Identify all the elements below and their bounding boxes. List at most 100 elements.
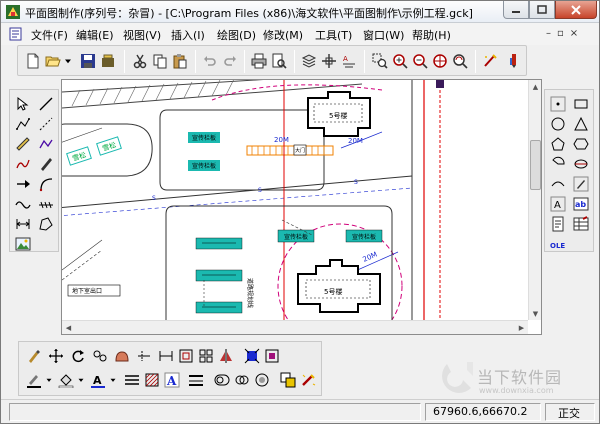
grid-button[interactable] [196,346,216,366]
ellipse-tool-button[interactable] [571,154,591,173]
circle-tool-button[interactable] [548,114,568,133]
line-color-dropdown[interactable] [44,370,54,390]
group-button[interactable] [112,346,132,366]
paste-button[interactable] [170,51,190,71]
horizontal-scrollbar[interactable]: ◀ ▶ [62,320,528,334]
scroll-up-arrow-icon[interactable]: ▲ [529,80,541,93]
rotate-button[interactable] [68,346,88,366]
arc-tool-button[interactable] [36,174,56,193]
new-button[interactable] [23,51,43,71]
open-button[interactable] [43,51,63,71]
text-tool-button[interactable]: ab [571,194,591,213]
menu-view[interactable]: 视图(V) [123,27,161,43]
mdi-minimize-button[interactable]: – [546,28,551,39]
undo-button[interactable] [200,51,220,71]
bring-front-button[interactable] [278,370,298,390]
menu-insert[interactable]: 插入(I) [171,27,205,43]
triangle-tool-button[interactable] [571,114,591,133]
ortho-mode-indicator[interactable]: 正交 [558,405,580,421]
ole-object-button[interactable]: OLE [548,234,568,253]
mdi-close-button[interactable]: × [570,28,578,39]
pen-tool-button[interactable] [504,51,524,71]
scroll-left-arrow-icon[interactable]: ◀ [62,321,75,334]
double-circle-button[interactable] [232,370,252,390]
edit-pen-tool-button[interactable] [571,174,591,193]
node-edit-button[interactable] [262,346,282,366]
menu-window[interactable]: 窗口(W) [363,27,404,43]
freehand-tool-button[interactable] [13,154,33,173]
zoom-extent-button[interactable] [450,51,470,71]
arc-shape-tool-button[interactable] [548,174,568,193]
text-style-button[interactable]: A [339,51,359,71]
document-tool-button[interactable] [548,214,568,233]
menu-file[interactable]: 文件(F) [31,27,68,43]
zoom-window-button[interactable] [370,51,390,71]
fill-bucket-dropdown[interactable] [76,370,86,390]
site-plan-drawing[interactable]: 雪松 雪松 宣传栏板 宣传栏板 大门 S S S 5号楼 20M 20M 20M… [62,80,528,320]
image-tool-button[interactable] [13,234,33,253]
align-button[interactable] [216,346,236,366]
arrow-tool-button[interactable] [13,174,33,193]
line-color-button[interactable] [24,370,44,390]
ruler-tool-button[interactable] [13,134,33,153]
open-dropdown-button[interactable] [62,51,74,71]
fill-bucket-button[interactable] [56,370,76,390]
line-weight-button[interactable] [186,370,206,390]
save-button[interactable] [78,51,98,71]
crosshair-button[interactable] [430,51,450,71]
scroll-right-arrow-icon[interactable]: ▶ [515,321,528,334]
hatch-button[interactable] [142,370,162,390]
select-arrow-button[interactable] [13,94,33,113]
magic-tool-button[interactable] [480,51,500,71]
print-button[interactable] [249,51,269,71]
copy-button[interactable] [150,51,170,71]
cut-line-button[interactable] [134,346,154,366]
save-all-button[interactable] [98,51,118,71]
circle-dot-button[interactable] [252,370,272,390]
scroll-down-arrow-icon[interactable]: ▼ [529,307,541,320]
hatch-line-tool-button[interactable] [36,194,56,213]
zoom-in-button[interactable] [390,51,410,71]
text-bold-button[interactable]: A [162,370,182,390]
font-color-button[interactable]: A [88,370,108,390]
dimension-tool-button[interactable] [13,214,33,233]
menu-draw[interactable]: 绘图(D) [217,27,256,43]
menu-edit[interactable]: 编辑(E) [76,27,114,43]
redo-button[interactable] [220,51,240,71]
font-color-dropdown[interactable] [108,370,118,390]
table-tool-button[interactable] [571,214,591,233]
minimize-button[interactable] [503,1,529,19]
layer-button[interactable] [299,51,319,71]
menu-tools[interactable]: 工具(T) [315,27,352,43]
wave-tool-button[interactable] [13,194,33,213]
menu-help[interactable]: 帮助(H) [412,27,451,43]
dots-tool-button[interactable] [36,114,56,133]
vertical-scrollbar[interactable]: ▲ ▼ [528,80,541,320]
point-tool-button[interactable] [548,94,568,113]
line-tool-button[interactable] [36,94,56,113]
select-frame-button[interactable] [176,346,196,366]
sector-tool-button[interactable] [548,154,568,173]
text-line-tool-button[interactable]: A [548,194,568,213]
cut-button[interactable] [130,51,150,71]
pentagon-tool-button[interactable] [548,134,568,153]
menu-modify[interactable]: 修改(M) [263,27,303,43]
pencil-tool-button[interactable] [36,154,56,173]
print-preview-button[interactable] [269,51,289,71]
hexagon-tool-button[interactable] [571,134,591,153]
mdi-restore-button[interactable]: ▫ [557,28,564,39]
brush-button[interactable] [24,346,44,366]
fill-color-button[interactable] [242,346,262,366]
move-button[interactable] [46,346,66,366]
line-style-button[interactable] [122,370,142,390]
curve-tool-button[interactable] [36,134,56,153]
polygon-tool-button[interactable] [36,214,56,233]
vertical-scroll-thumb[interactable] [530,140,541,190]
polyline-tool-button[interactable] [13,114,33,133]
snap-button[interactable] [319,51,339,71]
dimension-edit-button[interactable] [156,346,176,366]
rectangle-tool-button[interactable] [571,94,591,113]
zoom-out-button[interactable] [410,51,430,71]
close-button[interactable] [555,1,597,19]
drawing-canvas[interactable]: 雪松 雪松 宣传栏板 宣传栏板 大门 S S S 5号楼 20M 20M 20M… [61,79,542,335]
